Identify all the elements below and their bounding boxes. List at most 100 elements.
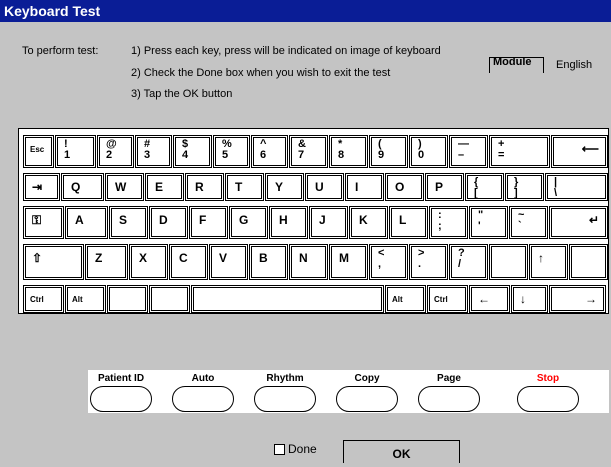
key-label: U	[315, 180, 324, 194]
key-right: →	[549, 285, 606, 313]
caps-icon: ⚿	[32, 213, 42, 227]
key-label: D	[159, 213, 168, 227]
instructions-step2: 2) Check the Done box when you wish to e…	[131, 67, 391, 79]
key-1: ! 1	[55, 135, 96, 168]
function-label-rhythm: Rhythm	[266, 373, 304, 384]
key-label: N	[299, 251, 308, 265]
key-g: G	[229, 206, 268, 239]
function-button-patient-id[interactable]	[90, 386, 152, 412]
key-period: >.	[409, 244, 448, 280]
key-label: /	[458, 258, 462, 270]
key-7: & 7	[289, 135, 328, 168]
key-label: Ctrl	[434, 295, 448, 304]
key-p: P	[425, 173, 464, 201]
key-w: W	[105, 173, 144, 201]
key-blank4b	[569, 244, 608, 280]
function-button-stop[interactable]	[517, 386, 579, 412]
function-label-patient-id: Patient ID	[97, 373, 145, 384]
key-f: F	[189, 206, 228, 239]
key-backspace: ⟵	[551, 135, 608, 168]
key-down: ↓	[511, 285, 548, 313]
key-8: * 8	[329, 135, 368, 168]
function-button-auto[interactable]	[172, 386, 234, 412]
key-a: A	[65, 206, 108, 239]
key-label: T	[235, 180, 243, 194]
key-label: ,	[378, 258, 382, 270]
key-comma: <,	[369, 244, 408, 280]
function-button-page[interactable]	[418, 386, 480, 412]
key-label: Esc	[30, 145, 45, 154]
key-blank5b	[149, 285, 190, 313]
key-label: 8	[338, 149, 345, 161]
key-label: F	[199, 213, 207, 227]
key-label: =	[498, 149, 505, 161]
key-alt-left: Alt	[65, 285, 106, 313]
down-icon: ↓	[520, 292, 526, 306]
key-label: C	[179, 251, 188, 265]
key-label: P	[435, 180, 444, 194]
key-label: '	[478, 220, 481, 232]
key-ctrl-right: Ctrl	[427, 285, 468, 313]
key-label: `	[518, 220, 522, 232]
key-y: Y	[265, 173, 304, 201]
key-m: M	[329, 244, 368, 280]
key-label: 5	[222, 149, 229, 161]
key-label: Z	[95, 251, 103, 265]
key-label: 1	[64, 149, 71, 161]
key-6: ^ 6	[251, 135, 288, 168]
key-o: O	[385, 173, 424, 201]
key-enter: ↵	[549, 206, 608, 239]
key-2: @2	[97, 135, 134, 168]
key-b: B	[249, 244, 288, 280]
key-label: 4	[182, 149, 189, 161]
key-0: ) 0	[409, 135, 448, 168]
right-icon: →	[585, 292, 597, 306]
key-label: J	[319, 213, 326, 227]
key-label: 6	[260, 149, 267, 161]
key-label: K	[359, 213, 368, 227]
done-checkbox[interactable]	[274, 444, 285, 455]
key-label: Alt	[392, 295, 403, 304]
key-t: T	[225, 173, 264, 201]
key-z: Z	[85, 244, 128, 280]
key-left: ←	[469, 285, 510, 313]
key-label: X	[139, 251, 148, 265]
key-up: ↑	[529, 244, 568, 280]
key-tilde: ~ `	[509, 206, 548, 239]
key-label: R	[195, 180, 204, 194]
key-label: B	[259, 251, 268, 265]
backspace-icon: ⟵	[581, 142, 599, 156]
key-label: E	[155, 180, 164, 194]
key-9: (9	[369, 135, 408, 168]
key-label: 2	[106, 149, 113, 161]
key-semicolon: :;	[429, 206, 468, 239]
key-label: 9	[378, 149, 385, 161]
left-icon: ←	[478, 292, 490, 306]
key-blank4	[489, 244, 528, 280]
function-button-copy[interactable]	[336, 386, 398, 412]
key-label: W	[115, 180, 127, 194]
key-tab: ⇥	[23, 173, 60, 201]
key-label: A	[75, 213, 84, 227]
key-h: H	[269, 206, 308, 239]
done-label: Done	[288, 442, 317, 456]
function-label-auto: Auto	[191, 373, 215, 384]
key-equals: + =	[489, 135, 550, 168]
key-minus: — –	[449, 135, 488, 168]
key-quote: " '	[469, 206, 508, 239]
key-label: Q	[71, 180, 81, 194]
key-label: L	[399, 213, 407, 227]
key-label: ;	[438, 220, 442, 232]
key-label: –	[458, 149, 465, 161]
key-label: \	[554, 187, 558, 199]
language-label: English	[556, 59, 593, 71]
function-label-stop: Stop	[536, 373, 560, 384]
key-label: 7	[298, 149, 305, 161]
function-button-rhythm[interactable]	[254, 386, 316, 412]
instructions-step1: 1) Press each key, press will be indicat…	[131, 45, 441, 57]
key-caps: ⚿	[23, 206, 64, 239]
key-label: G	[239, 213, 249, 227]
up-icon: ↑	[538, 251, 544, 265]
key-label: I	[355, 180, 359, 194]
ok-button[interactable]: OK	[343, 440, 460, 463]
